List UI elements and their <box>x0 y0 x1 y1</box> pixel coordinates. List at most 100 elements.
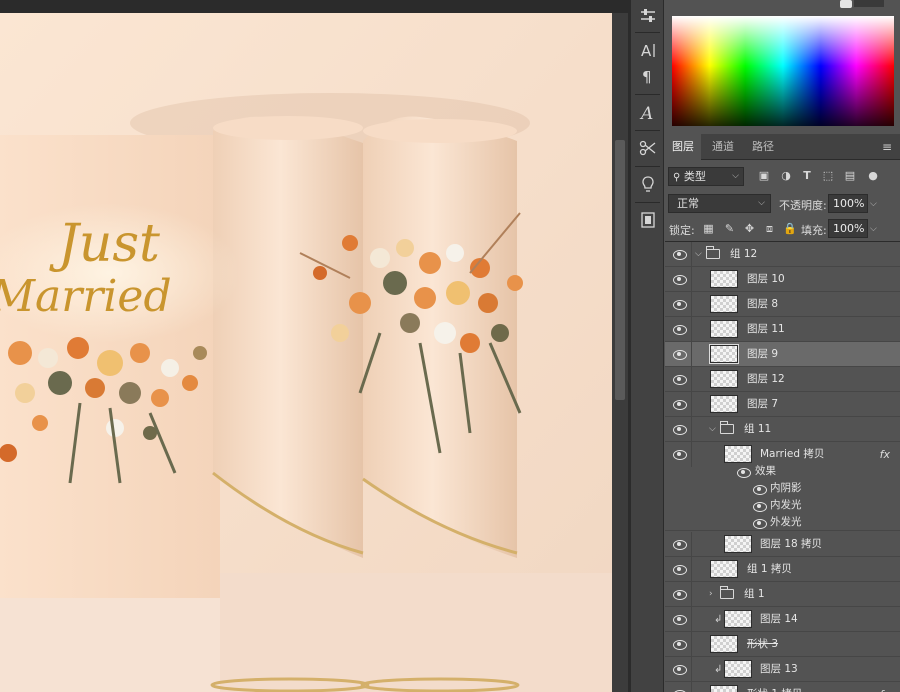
visibility-eye-icon[interactable] <box>672 588 687 600</box>
effect-row-inner-glow[interactable]: 内发光 <box>665 497 900 514</box>
document-top-bar <box>0 0 628 13</box>
fx-icon[interactable]: fx <box>880 682 890 692</box>
layers-list: ⌵ 组 12 图层 10 图层 8 图层 11 图层 9 图层 12 图层 7 … <box>665 241 900 692</box>
layer-thumbnail <box>724 445 752 463</box>
filter-toggle-icon[interactable]: ● <box>866 169 880 183</box>
opacity-label: 不透明度: <box>779 199 827 212</box>
visibility-eye-icon[interactable] <box>752 483 767 495</box>
visibility-eye-icon[interactable] <box>752 500 767 512</box>
layer-thumbnail <box>724 610 752 628</box>
paragraph-icon[interactable]: ¶ <box>633 62 662 90</box>
fill-dropdown-icon[interactable]: ⌵ <box>870 224 877 234</box>
scrollbar-thumb[interactable] <box>615 140 625 400</box>
lock-label: 锁定: <box>669 224 695 237</box>
folder-icon <box>706 246 720 259</box>
tab-layers[interactable]: 图层 <box>665 134 701 160</box>
filter-adjustment-icon[interactable]: ◑ <box>779 169 793 183</box>
layer-name: 图层 14 <box>760 613 798 625</box>
layer-row[interactable]: 形状 1 拷贝 fx <box>665 682 900 692</box>
layer-name: 图层 9 <box>747 348 779 360</box>
visibility-eye-icon[interactable] <box>672 688 687 692</box>
layer-name: 组 1 拷贝 <box>747 563 792 575</box>
folder-icon <box>720 421 734 434</box>
glyphs-icon[interactable]: A <box>633 98 662 126</box>
filter-smart-object-icon[interactable]: ▤ <box>843 169 857 183</box>
layer-row[interactable]: 图层 11 <box>665 317 900 342</box>
tab-channels[interactable]: 通道 <box>705 134 741 160</box>
visibility-eye-icon[interactable] <box>672 448 687 460</box>
visibility-eye-icon[interactable] <box>672 423 687 435</box>
layer-row[interactable]: 组 1 拷贝 <box>665 557 900 582</box>
layer-name: 图层 11 <box>747 323 785 335</box>
visibility-eye-icon[interactable] <box>672 538 687 550</box>
opacity-dropdown-icon[interactable]: ⌵ <box>870 199 877 209</box>
layer-row[interactable]: 图层 18 拷贝 <box>665 532 900 557</box>
visibility-eye-icon[interactable] <box>672 563 687 575</box>
fill-label: 填充: <box>801 224 827 237</box>
layer-row[interactable]: 图层 12 <box>665 367 900 392</box>
visibility-eye-icon[interactable] <box>672 398 687 410</box>
visibility-eye-icon[interactable] <box>672 248 687 260</box>
clipping-mask-icon: ↲ <box>714 664 723 675</box>
opacity-input[interactable]: 100% <box>828 194 868 213</box>
visibility-eye-icon[interactable] <box>672 638 687 650</box>
filter-kind-select[interactable]: ⚲ 类型 ⌵ <box>668 167 744 186</box>
layer-row-group-12[interactable]: ⌵ 组 12 <box>665 242 900 267</box>
layer-name: 图层 8 <box>747 298 779 310</box>
chevron-right-icon[interactable]: › <box>709 582 713 607</box>
learn-bulb-icon[interactable] <box>633 170 662 198</box>
lock-transparent-icon[interactable]: ▦ <box>702 222 715 235</box>
effects-header-row[interactable]: 效果 <box>665 463 900 480</box>
document-canvas[interactable]: Just Married <box>0 13 612 692</box>
visibility-eye-icon[interactable] <box>672 613 687 625</box>
blend-mode-select[interactable]: 正常 ⌵ <box>668 194 771 213</box>
layer-thumbnail <box>709 344 739 364</box>
layer-row[interactable]: 图层 10 <box>665 267 900 292</box>
wedding-backdrop-artwork: Just Married <box>0 13 612 692</box>
panel-menu-icon[interactable]: ≡ <box>882 140 892 154</box>
tab-paths[interactable]: 路径 <box>745 134 781 160</box>
color-slider-handle[interactable] <box>840 0 852 8</box>
visibility-eye-icon[interactable] <box>672 348 687 360</box>
svg-text:A: A <box>641 42 652 59</box>
adjustments-sliders-icon[interactable] <box>633 2 662 30</box>
layer-row[interactable]: 图层 8 <box>665 292 900 317</box>
layer-name: 组 1 <box>744 588 765 600</box>
color-value-box[interactable] <box>854 0 884 7</box>
libraries-icon[interactable] <box>633 206 662 234</box>
lock-brush-icon[interactable]: ✎ <box>723 222 736 235</box>
visibility-eye-icon[interactable] <box>736 466 751 478</box>
layer-row[interactable]: 形状 3 <box>665 632 900 657</box>
lock-move-icon[interactable]: ✥ <box>743 222 756 235</box>
layer-thumbnail <box>710 370 738 388</box>
tool-presets-icon[interactable] <box>633 134 662 162</box>
visibility-eye-icon[interactable] <box>672 663 687 675</box>
color-spectrum[interactable] <box>672 16 894 126</box>
fill-input[interactable]: 100% <box>828 219 868 238</box>
right-panel: 图层 通道 路径 ≡ ⚲ 类型 ⌵ ▣ ◑ T ⬚ ▤ ● 正常 ⌵ 不透明度:… <box>665 0 900 692</box>
effect-name: 内阴影 <box>770 482 802 494</box>
layer-row-group-1[interactable]: › 组 1 <box>665 582 900 607</box>
visibility-eye-icon[interactable] <box>672 373 687 385</box>
layer-row[interactable]: ↲ 图层 14 <box>665 607 900 632</box>
layer-name: 图层 13 <box>760 663 798 675</box>
filter-shape-icon[interactable]: ⬚ <box>821 169 835 183</box>
filter-type-icon[interactable]: T <box>800 169 814 183</box>
panel-icon-strip: A ¶ A <box>631 0 664 692</box>
effect-row-inner-shadow[interactable]: 内阴影 <box>665 480 900 497</box>
filter-pixel-icon[interactable]: ▣ <box>757 169 771 183</box>
chevron-down-icon[interactable]: ⌵ <box>695 242 702 267</box>
visibility-eye-icon[interactable] <box>672 298 687 310</box>
layer-row[interactable]: 图层 7 <box>665 392 900 417</box>
chevron-down-icon[interactable]: ⌵ <box>709 417 716 442</box>
visibility-eye-icon[interactable] <box>672 273 687 285</box>
lock-all-icon[interactable]: 🔒 <box>783 222 797 235</box>
character-text-icon[interactable]: A <box>633 36 662 64</box>
layer-row-group-11[interactable]: ⌵ 组 11 <box>665 417 900 442</box>
layer-row-selected[interactable]: 图层 9 <box>665 342 900 367</box>
effect-row-outer-glow[interactable]: 外发光 <box>665 514 900 531</box>
visibility-eye-icon[interactable] <box>752 517 767 529</box>
layer-row[interactable]: ↲ 图层 13 <box>665 657 900 682</box>
visibility-eye-icon[interactable] <box>672 323 687 335</box>
lock-artboard-icon[interactable]: ⧈ <box>763 222 776 235</box>
